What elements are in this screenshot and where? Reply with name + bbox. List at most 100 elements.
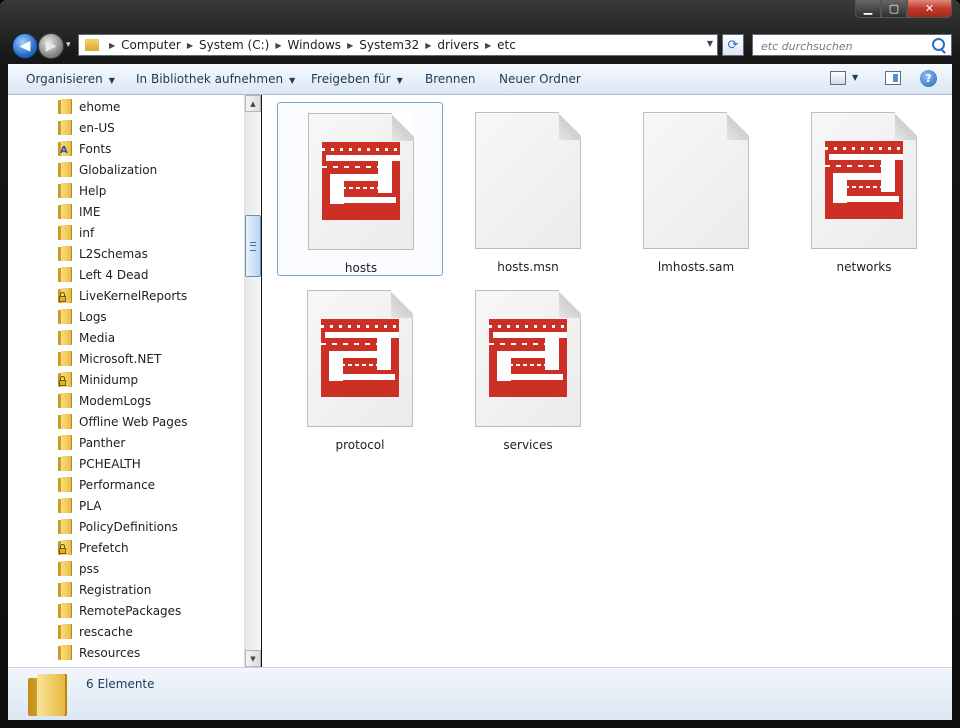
tree-item-label: L2Schemas [79, 246, 148, 261]
change-view-icon[interactable] [830, 71, 846, 85]
tree-item[interactable]: A Fonts [58, 138, 111, 159]
back-button[interactable]: ◀ [12, 33, 38, 59]
page-fold-icon [392, 113, 414, 141]
organize-button[interactable]: Organisieren ▼ [26, 72, 115, 86]
folder-icon [58, 456, 72, 471]
file-item[interactable]: lmhosts.sam [613, 102, 779, 276]
folder-icon [58, 561, 72, 576]
breadcrumb-item[interactable]: System32 [359, 38, 419, 52]
address-dropdown-icon[interactable]: ▼ [707, 39, 713, 48]
tree-item[interactable]: Left 4 Dead [58, 264, 148, 285]
locked-folder-icon [58, 372, 72, 387]
search-icon[interactable] [932, 38, 945, 51]
tree-item[interactable]: Logs [58, 306, 107, 327]
address-folder-icon [85, 39, 99, 51]
breadcrumb-chevron-icon[interactable]: ▶ [485, 41, 491, 50]
tree-item-label: Left 4 Dead [79, 267, 149, 282]
tree-item-label: Minidump [79, 372, 139, 387]
include-in-library-button[interactable]: In Bibliothek aufnehmen ▼ [136, 72, 295, 86]
command-toolbar: Organisieren ▼ In Bibliothek aufnehmen ▼ F… [8, 64, 952, 95]
tree-item[interactable]: IME [58, 201, 100, 222]
forward-button[interactable]: ▶ [38, 33, 64, 59]
page-fold-icon [727, 112, 749, 140]
tree-item[interactable]: pss [58, 558, 99, 579]
tree-item-label: Help [79, 183, 107, 198]
preview-pane-icon[interactable] [885, 71, 901, 85]
tree-item[interactable]: PCHEALTH [58, 453, 141, 474]
tree-item[interactable]: L2Schemas [58, 243, 148, 264]
search-box[interactable] [752, 34, 952, 56]
tree-item[interactable]: ehome [58, 96, 120, 117]
tree-item-label: Performance [79, 477, 156, 492]
tree-item[interactable]: Offline Web Pages [58, 411, 187, 432]
breadcrumb-item[interactable]: System (C:) [199, 38, 269, 52]
tree-item[interactable]: PolicyDefinitions [58, 516, 178, 537]
tree-item[interactable]: Panther [58, 432, 125, 453]
l4d-logo-icon [489, 319, 567, 397]
tree-item-label: Prefetch [79, 540, 129, 555]
tree-item[interactable]: Media [58, 327, 115, 348]
folder-icon [58, 351, 72, 366]
file-name: lmhosts.sam [657, 260, 735, 274]
share-with-button[interactable]: Freigeben für ▼ [311, 72, 403, 86]
page-fold-icon [559, 112, 581, 140]
explorer-window: ▁ ▢ ✕ ◀ ▶ ▾ ▶ Computer ▶ System (C:) ▶ W… [0, 0, 960, 728]
tree-item[interactable]: Registration [58, 579, 151, 600]
tree-item[interactable]: Microsoft.NET [58, 348, 161, 369]
file-item[interactable]: protocol [277, 280, 443, 454]
tree-scrollbar[interactable]: ▲ ▼ [244, 95, 261, 667]
folder-icon [58, 309, 72, 324]
tree-item-label: en-US [79, 120, 115, 135]
folder-icon [58, 204, 72, 219]
tree-item-label: ehome [79, 99, 121, 114]
breadcrumb-item[interactable]: drivers [437, 38, 479, 52]
navigation-tree: ehome en-US A Fonts Globalization Help IME inf L… [8, 95, 244, 667]
scroll-up-button[interactable]: ▲ [245, 95, 261, 112]
breadcrumb-chevron-icon[interactable]: ▶ [187, 41, 193, 50]
l4d-logo-icon [825, 141, 903, 219]
history-dropdown-icon[interactable]: ▾ [66, 40, 71, 50]
folder-icon [58, 183, 72, 198]
breadcrumb-item[interactable]: Windows [287, 38, 341, 52]
tree-item[interactable]: PLA [58, 495, 101, 516]
tree-item-label: PCHEALTH [79, 456, 141, 471]
close-button[interactable]: ✕ [907, 0, 952, 18]
help-icon[interactable]: ? [920, 70, 937, 87]
tree-item[interactable]: Performance [58, 474, 155, 495]
tree-item-label: Media [79, 330, 116, 345]
tree-item[interactable]: Resources [58, 642, 140, 663]
maximize-button[interactable]: ▢ [881, 0, 907, 18]
tree-item[interactable]: Help [58, 180, 106, 201]
view-dropdown-icon[interactable]: ▼ [852, 73, 858, 82]
file-item[interactable]: services [445, 280, 611, 454]
file-item[interactable]: hosts.msn [445, 102, 611, 276]
tree-item[interactable]: ModemLogs [58, 390, 151, 411]
minimize-button[interactable]: ▁ [855, 0, 881, 18]
breadcrumb-chevron-icon[interactable]: ▶ [275, 41, 281, 50]
tree-item[interactable]: LiveKernelReports [58, 285, 187, 306]
scroll-thumb[interactable] [245, 215, 261, 277]
breadcrumb-chevron-icon[interactable]: ▶ [425, 41, 431, 50]
tree-item[interactable]: Prefetch [58, 537, 129, 558]
share-label: Freigeben für [311, 72, 391, 86]
search-input[interactable] [759, 36, 933, 56]
tree-item[interactable]: inf [58, 222, 94, 243]
file-item[interactable]: networks [781, 102, 947, 276]
refresh-button[interactable]: ⟳ [722, 34, 744, 56]
address-bar[interactable]: ▶ Computer ▶ System (C:) ▶ Windows ▶ Sys… [78, 34, 718, 56]
breadcrumb-chevron-icon[interactable]: ▶ [347, 41, 353, 50]
scroll-down-button[interactable]: ▼ [245, 650, 261, 667]
tree-item[interactable]: Minidump [58, 369, 138, 390]
details-pane: 6 Elemente [8, 667, 952, 720]
breadcrumb-item[interactable]: etc [497, 38, 516, 52]
burn-button[interactable]: Brennen [425, 72, 475, 86]
tree-item[interactable]: Globalization [58, 159, 157, 180]
new-folder-button[interactable]: Neuer Ordner [499, 72, 581, 86]
breadcrumb-root-chevron-icon[interactable]: ▶ [109, 41, 115, 50]
tree-item[interactable]: en-US [58, 117, 115, 138]
caption-buttons: ▁ ▢ ✕ [855, 0, 952, 18]
tree-item[interactable]: rescache [58, 621, 133, 642]
breadcrumb-item[interactable]: Computer [121, 38, 181, 52]
file-item[interactable]: hosts [277, 102, 443, 276]
tree-item[interactable]: RemotePackages [58, 600, 181, 621]
